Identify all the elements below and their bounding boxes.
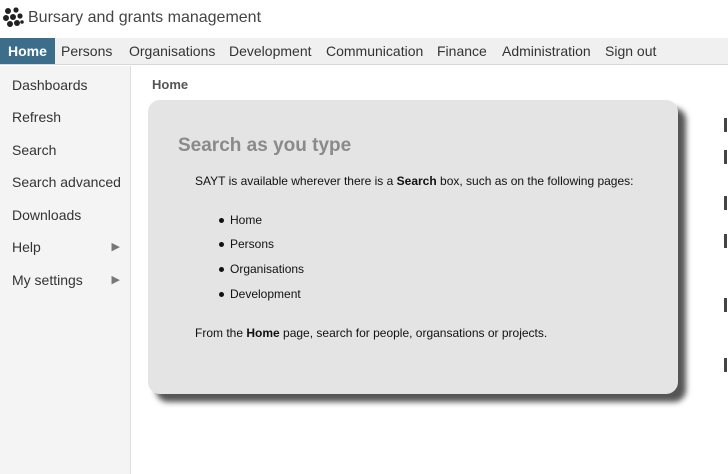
triangle-right-icon: ▶ [111, 241, 120, 253]
title-bar: Bursary and grants management [0, 0, 728, 38]
sidebar-item-dashboards[interactable]: Dashboards [12, 74, 126, 96]
triangle-right-icon: ▶ [111, 274, 120, 286]
menu-sign-out[interactable]: Sign out [605, 38, 656, 64]
sidebar-item-label: Search [12, 142, 57, 158]
list-item: Development [219, 287, 301, 301]
bursary-logo-icon [3, 7, 24, 27]
app-title: Bursary and grants management [28, 9, 262, 26]
card-intro-text: SAYT is available wherever there is a Se… [195, 174, 634, 188]
menu-persons[interactable]: Persons [61, 38, 112, 64]
breadcrumb: Home [152, 77, 189, 92]
card-outro-text: From the Home page, search for people, o… [195, 326, 548, 340]
menu-communication[interactable]: Communication [326, 38, 423, 64]
sidebar-item-label: Help [12, 239, 41, 255]
list-item: Home [218, 213, 263, 227]
list-item: Persons [218, 237, 275, 251]
main-menu-bar: Home Persons Organisations Development C… [0, 38, 728, 65]
card-title: Search as you type [178, 135, 352, 156]
sidebar-item-my-settings[interactable]: My settings ▶ [12, 269, 126, 291]
sidebar-item-label: My settings [12, 272, 83, 288]
list-item: Organisations [218, 262, 305, 276]
menu-administration[interactable]: Administration [502, 38, 591, 64]
clipped-content-edge [724, 118, 728, 398]
sidebar-item-search[interactable]: Search [12, 139, 126, 161]
sidebar-item-help[interactable]: Help ▶ [12, 236, 126, 258]
menu-finance[interactable]: Finance [437, 38, 487, 64]
sidebar-item-label: Downloads [12, 207, 82, 223]
menu-organisations[interactable]: Organisations [129, 38, 215, 64]
sayt-info-card: Search as you type SAYT is available whe… [148, 100, 678, 394]
sidebar: Dashboards Refresh Search Search advance… [0, 66, 131, 474]
menu-home[interactable]: Home [0, 38, 55, 64]
sidebar-item-downloads[interactable]: Downloads [12, 204, 126, 226]
sidebar-item-search-advanced[interactable]: Search advanced [12, 171, 126, 193]
sidebar-item-refresh[interactable]: Refresh [12, 106, 126, 128]
menu-development[interactable]: Development [229, 38, 312, 64]
sidebar-item-label: Search advanced [12, 174, 121, 190]
sidebar-item-label: Refresh [12, 109, 62, 125]
sidebar-item-label: Dashboards [12, 77, 88, 93]
